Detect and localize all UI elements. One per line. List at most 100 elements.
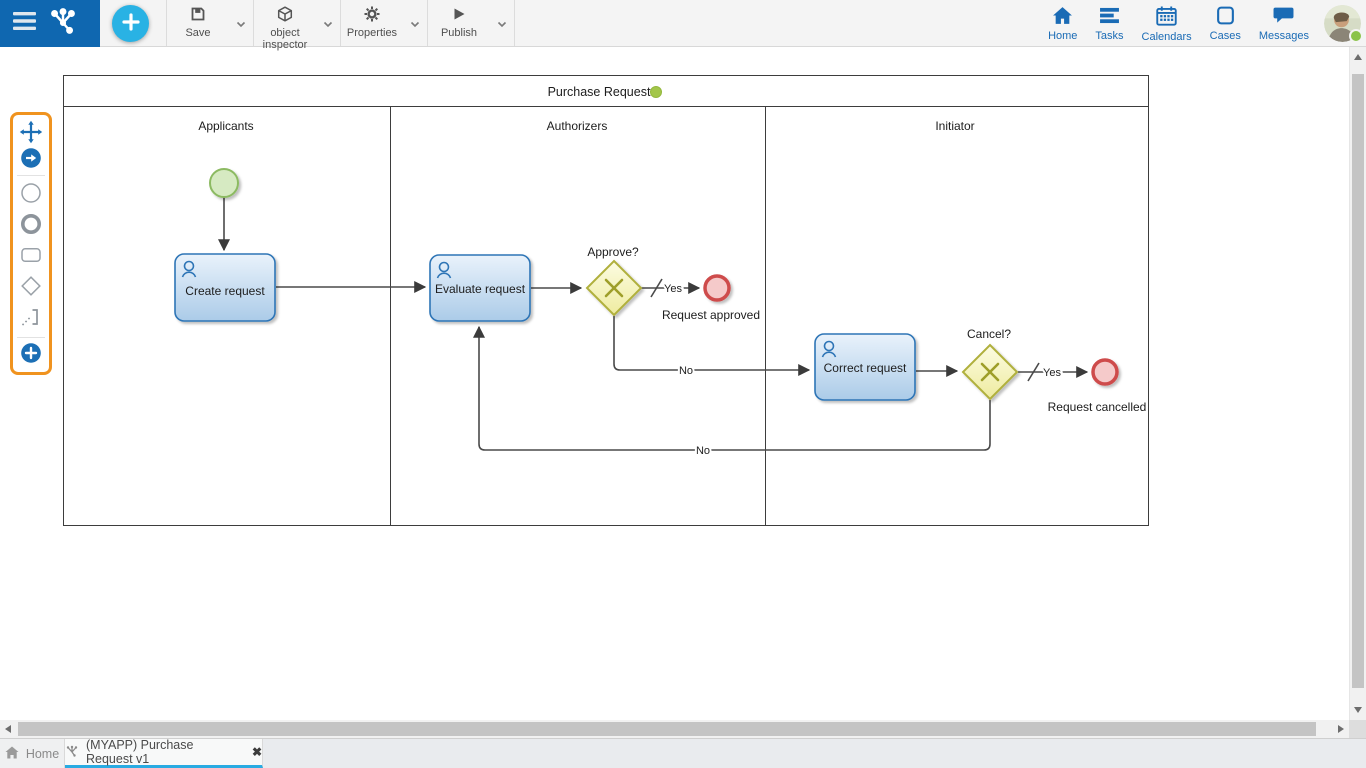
publish-button[interactable]: Publish <box>428 0 490 46</box>
message-bubble-icon <box>1273 6 1294 28</box>
horizontal-scrollbar-thumb[interactable] <box>18 722 1316 736</box>
task-rect-icon <box>19 243 43 270</box>
bpmn-gateway-cancel[interactable]: Cancel? <box>963 327 1017 399</box>
bpmn-task-evaluate-request[interactable]: Evaluate request <box>430 255 530 321</box>
gateway-label: Cancel? <box>967 327 1011 341</box>
scroll-down-arrow[interactable] <box>1354 707 1362 713</box>
flow-approve-no[interactable] <box>614 316 809 370</box>
tab-close-icon[interactable]: ✖ <box>252 745 262 759</box>
lane-label-applicants: Applicants <box>198 119 253 133</box>
flow-label-yes: Yes <box>1043 367 1061 379</box>
hamburger-menu-icon[interactable] <box>13 12 36 35</box>
add-button[interactable] <box>112 5 149 42</box>
pool-status-dot <box>651 87 662 98</box>
nav-tasks-label: Tasks <box>1095 30 1123 42</box>
vertical-scrollbar[interactable] <box>1349 47 1366 720</box>
tab-purchase-request-label: (MYAPP) Purchase Request v1 <box>86 738 243 766</box>
tab-home-label: Home <box>26 747 59 761</box>
properties-dropdown-chevron[interactable] <box>403 0 427 46</box>
flow-label-yes: Yes <box>664 283 682 295</box>
app-window: Save object inspector <box>0 0 1366 768</box>
end-event-circle-icon <box>19 212 43 239</box>
flow-label-no: No <box>679 365 693 377</box>
tab-home[interactable]: Home <box>0 739 65 768</box>
floppy-icon <box>190 6 206 25</box>
start-event-circle-icon <box>19 181 43 208</box>
bpmn-start-event[interactable] <box>210 169 238 197</box>
save-label: Save <box>169 28 227 40</box>
lane-label-initiator: Initiator <box>935 119 974 133</box>
properties-button[interactable]: Properties <box>341 0 403 46</box>
scroll-up-arrow[interactable] <box>1354 54 1362 60</box>
chevron-down-icon <box>410 16 420 31</box>
task-label: Create request <box>185 284 265 298</box>
calendar-icon <box>1156 6 1177 29</box>
scroll-left-arrow[interactable] <box>5 725 11 733</box>
shape-palette <box>10 112 52 375</box>
end-event-label: Request cancelled <box>1048 400 1147 414</box>
bottom-tab-bar: Home (MYAPP) Purchase Request v1 ✖ <box>0 738 1366 768</box>
task-label: Evaluate request <box>435 282 526 296</box>
pool-title: Purchase Request <box>548 85 651 99</box>
process-icon <box>65 744 79 761</box>
save-button[interactable]: Save <box>167 0 229 46</box>
task-tool[interactable] <box>14 241 48 272</box>
nav-home[interactable]: Home <box>1039 0 1086 46</box>
publish-dropdown-chevron[interactable] <box>490 0 514 46</box>
plus-icon <box>122 13 140 34</box>
chevron-down-icon <box>236 16 246 31</box>
top-toolbar: Save object inspector <box>0 0 1366 47</box>
case-icon <box>1215 6 1236 28</box>
nav-cases[interactable]: Cases <box>1201 0 1250 46</box>
gateway-diamond-icon <box>19 274 43 301</box>
task-label: Correct request <box>824 361 907 375</box>
pan-tool[interactable] <box>14 120 48 146</box>
object-inspector-dropdown-chevron[interactable] <box>316 0 340 46</box>
nav-tasks[interactable]: Tasks <box>1086 0 1132 46</box>
bpmn-end-event-request-cancelled[interactable]: Request cancelled <box>1048 360 1147 414</box>
gateway-tool[interactable] <box>14 272 48 303</box>
end-event-tool[interactable] <box>14 210 48 241</box>
nav-home-label: Home <box>1048 30 1077 42</box>
editor-toolbar: Save object inspector <box>166 0 515 46</box>
tasks-icon <box>1099 6 1120 28</box>
cube-icon <box>277 6 293 25</box>
nav-messages[interactable]: Messages <box>1250 0 1318 46</box>
horizontal-scrollbar[interactable] <box>0 720 1349 738</box>
plus-circle-icon <box>19 341 43 368</box>
nav-cases-label: Cases <box>1210 30 1241 42</box>
online-status-dot <box>1349 29 1363 43</box>
chevron-down-icon <box>497 16 507 31</box>
nav-calendars[interactable]: Calendars <box>1133 0 1201 46</box>
chevron-down-icon <box>323 16 333 31</box>
flow-label-no: No <box>696 445 710 457</box>
house-icon <box>5 746 19 762</box>
user-avatar[interactable] <box>1324 5 1361 42</box>
annotation-link-tool[interactable] <box>14 303 48 334</box>
bpmn-task-correct-request[interactable]: Correct request <box>815 334 915 400</box>
object-inspector-button[interactable]: object inspector <box>254 0 316 46</box>
end-event-label: Request approved <box>662 308 760 322</box>
scrollbar-corner <box>1349 720 1366 738</box>
arrow-circle-icon <box>19 146 43 173</box>
save-dropdown-chevron[interactable] <box>229 0 253 46</box>
palette-divider <box>17 175 45 176</box>
gear-icon <box>364 6 380 25</box>
scroll-right-arrow[interactable] <box>1338 725 1344 733</box>
brand-block[interactable] <box>0 0 100 47</box>
publish-label: Publish <box>430 28 488 40</box>
gateway-label: Approve? <box>587 245 639 259</box>
object-inspector-label: object inspector <box>256 28 314 51</box>
bpmn-task-create-request[interactable]: Create request <box>175 254 275 321</box>
diagram-canvas[interactable]: Purchase Request Applicants Authorizers … <box>0 47 1366 720</box>
app-logo-icon[interactable] <box>48 6 78 41</box>
add-element-tool[interactable] <box>14 341 48 367</box>
palette-divider <box>17 337 45 338</box>
direct-connect-tool[interactable] <box>14 146 48 172</box>
bpmn-gateway-approve[interactable]: Approve? <box>587 245 641 315</box>
tab-purchase-request[interactable]: (MYAPP) Purchase Request v1 ✖ <box>65 739 263 768</box>
start-event-tool[interactable] <box>14 179 48 210</box>
annotation-bracket-icon <box>19 305 43 332</box>
home-icon <box>1052 6 1073 28</box>
vertical-scrollbar-thumb[interactable] <box>1352 74 1364 688</box>
